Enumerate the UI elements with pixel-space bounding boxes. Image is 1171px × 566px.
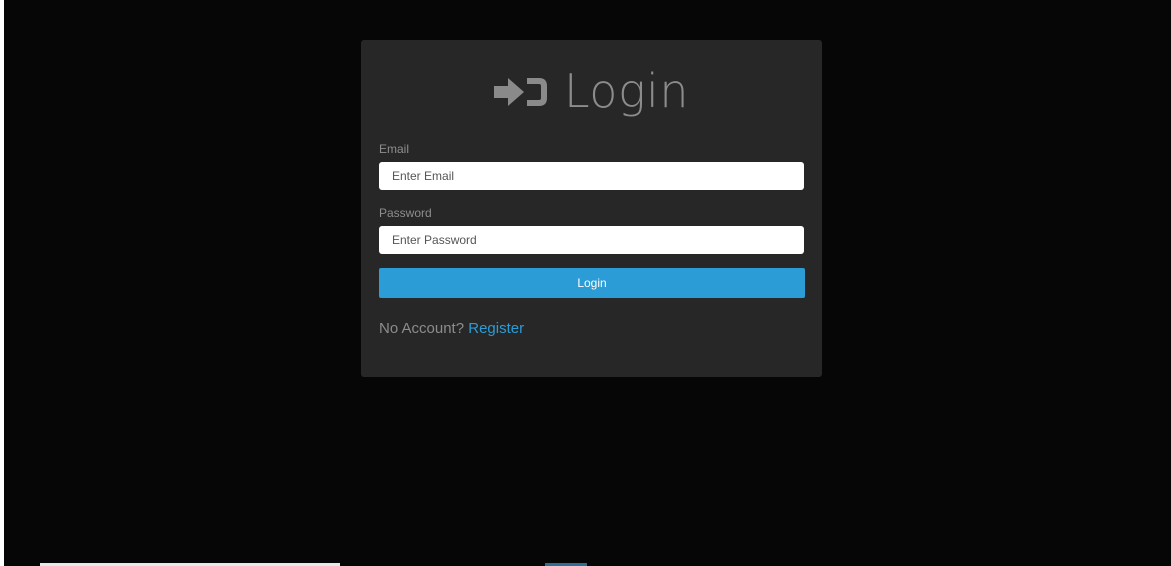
email-field[interactable] [379, 162, 804, 190]
password-label: Password [379, 206, 432, 220]
login-heading: Login [379, 40, 804, 142]
sign-in-icon [493, 75, 550, 109]
password-field[interactable] [379, 226, 804, 254]
email-label: Email [379, 142, 410, 156]
page-viewport: Login Email Password Login No Account? R… [4, 0, 1171, 566]
register-prompt: No Account? Register [379, 320, 804, 337]
login-card: Login Email Password Login No Account? R… [361, 40, 822, 377]
no-account-text: No Account? [379, 320, 465, 337]
login-title: Login [563, 64, 689, 118]
register-link[interactable]: Register [468, 320, 524, 337]
login-button[interactable]: Login [379, 268, 805, 298]
